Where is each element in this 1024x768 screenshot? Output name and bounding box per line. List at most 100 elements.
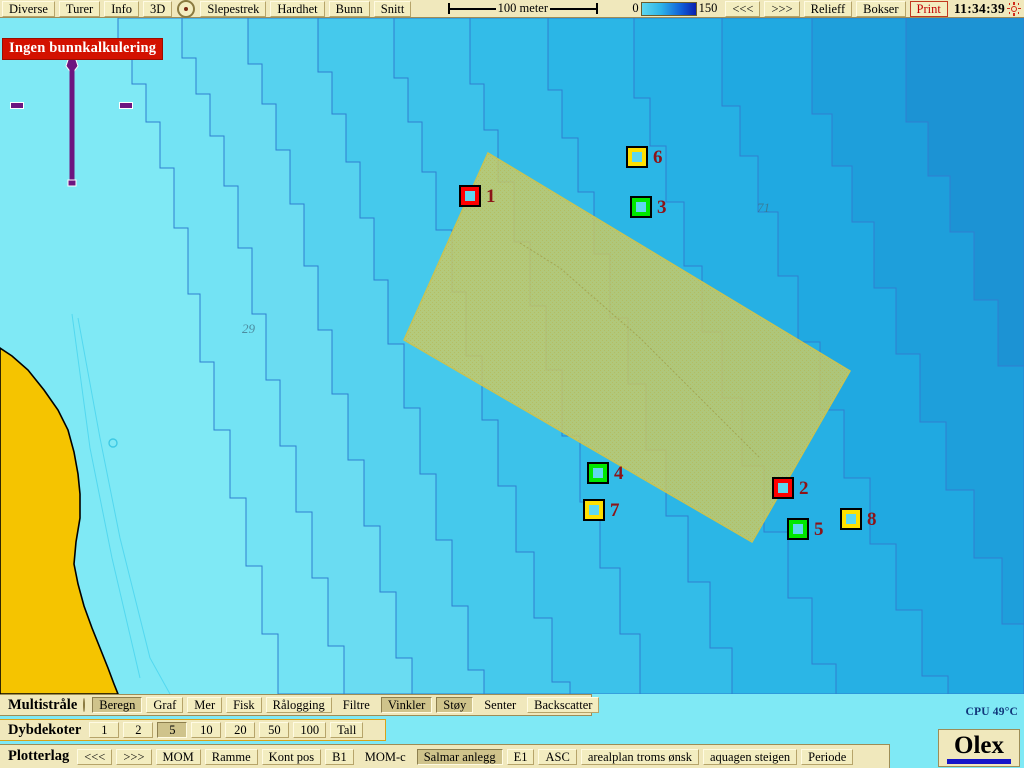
target-icon[interactable] — [177, 0, 196, 18]
mer-button[interactable]: Mer — [187, 697, 223, 713]
marker-label: 6 — [653, 146, 663, 168]
olex-logo-underline — [947, 758, 1011, 764]
marker-box-icon[interactable] — [630, 196, 652, 218]
layer-button-periode[interactable]: Periode — [801, 748, 854, 765]
map-marker-7[interactable]: 7 — [583, 499, 620, 521]
marker-label: 4 — [614, 462, 624, 484]
depth-color-legend: 0 150 — [632, 1, 717, 16]
plotterlag-prev-button[interactable]: <<< — [77, 748, 113, 765]
menu-button-info[interactable]: Info — [104, 0, 140, 17]
bokser-button[interactable]: Bokser — [856, 0, 906, 17]
dybdekoter-label: Dybdekoter — [8, 721, 82, 738]
prev-button[interactable]: <<< — [725, 0, 761, 17]
map-marker-2[interactable]: 2 — [772, 477, 809, 499]
next-button[interactable]: >>> — [764, 0, 800, 17]
plotterlag-next-button[interactable]: >>> — [116, 748, 152, 765]
clock-display: 11:34:39 — [953, 0, 1005, 16]
alert-banner: Ingen bunnkalkulering — [2, 38, 164, 60]
sun-icon[interactable] — [1007, 1, 1021, 16]
map-marker-3[interactable]: 3 — [630, 196, 667, 218]
layer-button-mom[interactable]: MOM — [155, 748, 201, 765]
vinkler-button[interactable]: Vinkler — [380, 697, 433, 713]
layer-button-b1[interactable]: B1 — [325, 748, 354, 765]
dybdekoter-toolbar: Dybdekoter 1 2 5 10 20 50 100 Tall — [0, 719, 386, 741]
map-marker-5[interactable]: 5 — [787, 518, 824, 540]
dybdekoter-button-tall[interactable]: Tall — [330, 722, 364, 738]
layer-button-mom-c[interactable]: MOM-c — [358, 749, 413, 765]
graf-button[interactable]: Graf — [146, 697, 184, 713]
marker-label: 3 — [657, 196, 667, 218]
dybdekoter-button-20[interactable]: 20 — [225, 722, 256, 738]
layer-button-salmar-anlegg[interactable]: Salmar anlegg — [416, 748, 503, 765]
map-marker-4[interactable]: 4 — [587, 462, 624, 484]
layer-button-asc[interactable]: ASC — [538, 748, 577, 765]
depth-label: 71 — [757, 200, 770, 215]
map-canvas[interactable]: Ingen bunnkalkulering 29 71 1 6 3 4 7 2 — [0, 18, 1024, 694]
stoy-button[interactable]: Støy — [436, 697, 474, 713]
menu-button-3d[interactable]: 3D — [143, 0, 173, 17]
multistrale-label: Multistråle — [8, 696, 78, 713]
menu-button-hardhet[interactable]: Hardhet — [270, 0, 325, 17]
legend-min-value: 0 — [632, 1, 639, 15]
marker-label: 5 — [814, 518, 824, 540]
layer-button-aquagen-steigen[interactable]: aquagen steigen — [702, 748, 798, 765]
marker-box-icon[interactable] — [840, 508, 862, 530]
map-marker-6[interactable]: 6 — [626, 146, 663, 168]
filtre-button[interactable]: Filtre — [336, 697, 377, 713]
arrow-tick-left — [10, 102, 24, 109]
layer-button-e1[interactable]: E1 — [506, 748, 535, 765]
scale-bar-tick-right — [596, 3, 599, 14]
menu-button-slepestrek[interactable]: Slepestrek — [200, 0, 267, 17]
dybdekoter-button-2[interactable]: 2 — [123, 722, 154, 738]
menu-button-turer[interactable]: Turer — [58, 0, 101, 17]
fisk-button[interactable]: Fisk — [226, 697, 262, 713]
menu-button-bunn[interactable]: Bunn — [328, 0, 370, 17]
marker-box-icon[interactable] — [626, 146, 648, 168]
marker-box-icon[interactable] — [459, 185, 481, 207]
menu-button-snitt[interactable]: Snitt — [373, 0, 412, 17]
menu-button-diverse[interactable]: Diverse — [2, 0, 55, 17]
top-toolbar-right-group: <<< >>> Relieff Bokser Print 11:34:39 — [723, 0, 1024, 17]
multistrale-radio-icon[interactable] — [83, 698, 86, 712]
scale-bar-line-left — [449, 7, 496, 10]
multistrale-toolbar: Multistråle Beregn Graf Mer Fisk Råloggi… — [0, 694, 600, 716]
dybdekoter-button-5[interactable]: 5 — [157, 722, 188, 738]
marker-box-icon[interactable] — [583, 499, 605, 521]
marker-box-icon[interactable] — [787, 518, 809, 540]
cpu-temperature-status: CPU 49°C — [965, 706, 1018, 718]
layer-button-kont-pos[interactable]: Kont pos — [261, 748, 322, 765]
map-marker-1[interactable]: 1 — [459, 185, 496, 207]
arrow-tick-right — [119, 102, 133, 109]
marker-label: 7 — [610, 499, 620, 521]
map-marker-8[interactable]: 8 — [840, 508, 877, 530]
print-button[interactable]: Print — [909, 0, 948, 17]
legend-gradient-bar — [640, 1, 697, 16]
dybdekoter-button-50[interactable]: 50 — [259, 722, 290, 738]
marker-box-icon[interactable] — [772, 477, 794, 499]
backscatter-button[interactable]: Backscatter — [527, 697, 600, 713]
scale-bar-label: 100 meter — [497, 1, 549, 15]
marker-label: 2 — [799, 477, 809, 499]
marker-label: 1 — [486, 185, 496, 207]
marker-label: 8 — [867, 508, 877, 530]
map-bathymetry-svg — [0, 18, 1024, 694]
beregn-button[interactable]: Beregn — [92, 697, 143, 713]
marker-box-icon[interactable] — [587, 462, 609, 484]
depth-label: 29 — [242, 321, 255, 336]
dybdekoter-button-1[interactable]: 1 — [89, 722, 120, 738]
relieff-button[interactable]: Relieff — [803, 0, 853, 17]
olex-application-window: Diverse Turer Info 3D Slepestrek Hardhet… — [0, 0, 1024, 768]
senter-button[interactable]: Senter — [477, 697, 523, 713]
layer-button-ramme[interactable]: Ramme — [204, 748, 258, 765]
olex-logo-text: Olex — [954, 731, 1004, 759]
ralogging-button[interactable]: Rålogging — [265, 697, 332, 713]
top-toolbar: Diverse Turer Info 3D Slepestrek Hardhet… — [0, 0, 1024, 18]
direction-arrow — [64, 40, 80, 190]
layer-button-arealplan-troms[interactable]: arealplan troms ønsk — [580, 748, 699, 765]
dybdekoter-button-100[interactable]: 100 — [293, 722, 327, 738]
legend-max-value: 150 — [698, 1, 718, 15]
dybdekoter-button-10[interactable]: 10 — [191, 722, 222, 738]
olex-logo: Olex — [938, 729, 1020, 767]
plotterlag-label: Plotterlag — [8, 748, 70, 764]
scale-bar-line-right — [550, 7, 597, 10]
